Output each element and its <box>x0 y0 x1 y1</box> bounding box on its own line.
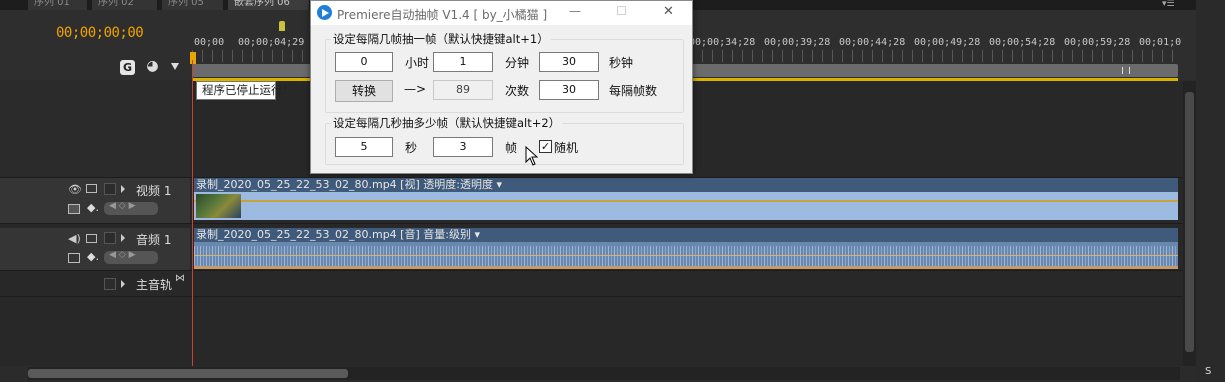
tab-label: 序列 01 <box>34 0 70 8</box>
hours-input[interactable]: 0 <box>335 52 393 72</box>
track-separator <box>0 223 1183 224</box>
opacity-line[interactable] <box>194 200 1178 202</box>
expand-track-icon[interactable] <box>121 185 125 193</box>
frame-count-label: 帧 <box>505 141 518 155</box>
master-toggle[interactable] <box>104 278 116 290</box>
right-panel-edge: S <box>1196 0 1225 382</box>
audio-clip-title[interactable]: 录制_2020_05_25_22_53_02_80.mp4 [音] 音量:级别 … <box>194 228 1178 242</box>
result-readonly: 89 <box>433 80 493 100</box>
add-marker-icon[interactable] <box>171 63 179 70</box>
dialog-title: Premiere自动抽帧 V1.4 [ by_小橘猫 ] <box>337 8 548 22</box>
ruler-label: 00;00;49;28 <box>914 37 981 48</box>
track-lock-toggle[interactable] <box>104 183 116 195</box>
vertical-scroll-thumb[interactable] <box>1185 92 1194 352</box>
keyframe-icon[interactable]: ◆. <box>87 201 99 214</box>
ruler-label: 00;00;04;29 <box>238 37 305 48</box>
speaker-icon[interactable]: ◀) <box>68 232 81 245</box>
frame-count-input[interactable]: 3 <box>433 137 493 157</box>
sync-lock-icon[interactable] <box>86 234 97 243</box>
video-clip-title[interactable]: 录制_2020_05_25_22_53_02_80.mp4 [视] 透明度:透明… <box>194 178 1178 192</box>
bowtie-icon: ⋈ <box>175 273 185 284</box>
group2-label: 设定每隔几秒抽多少帧（默认快捷键alt+2） <box>331 115 563 131</box>
minutes-label: 分钟 <box>505 56 530 70</box>
volume-line[interactable] <box>194 255 1178 256</box>
keyframe-navigator[interactable]: ◀ ◇ ▶ <box>104 250 158 264</box>
panel-menu-icon[interactable]: ▾☰ <box>1162 0 1175 9</box>
video-track-name: 视频 1 <box>136 184 172 198</box>
tab-sequence-05[interactable]: 序列 05 <box>162 0 224 10</box>
tab-sequence-02[interactable]: 序列 02 <box>92 0 158 10</box>
tab-label: 序列 05 <box>168 0 204 8</box>
random-checkbox[interactable]: ✓ <box>539 140 552 153</box>
tab-label: 序列 02 <box>98 0 134 8</box>
hours-label: 小时 <box>405 56 430 70</box>
track-separator <box>0 296 1183 297</box>
ruler-label: 00;00;34;28 <box>689 37 756 48</box>
video-thumbnail <box>196 194 241 218</box>
tab-sequence-01[interactable]: 序列 01 <box>28 0 88 10</box>
frames-every-input[interactable]: 30 <box>539 80 599 100</box>
video-clip-body[interactable] <box>194 192 1178 220</box>
tab-nested-sequence-06[interactable]: 嵌套序列 06 <box>228 0 310 10</box>
times-label: 次数 <box>505 84 530 98</box>
interval-seconds-label: 秒 <box>405 141 418 155</box>
seconds-input[interactable]: 30 <box>539 52 599 72</box>
snap-icon[interactable]: G <box>120 60 135 75</box>
audio-waveform <box>194 246 1178 266</box>
minimize-button[interactable]: — <box>569 4 581 18</box>
convert-button[interactable]: 转换 <box>335 80 393 102</box>
track-separator <box>0 270 1183 271</box>
seconds-label: 秒钟 <box>609 56 634 70</box>
waveform-display-icon[interactable] <box>68 253 80 263</box>
ruler-label: 00;00;44;28 <box>839 37 906 48</box>
program-stopped-tooltip: 程序已停止运行! <box>196 81 287 100</box>
playhead-line[interactable] <box>192 60 193 366</box>
ruler-label: 00;00;39;28 <box>764 37 831 48</box>
in-point-marker[interactable] <box>279 21 285 31</box>
track-lock-toggle[interactable] <box>104 232 116 244</box>
audio-clip-bottom-edge <box>194 266 1178 269</box>
mouse-cursor-icon <box>525 146 539 166</box>
random-label: 随机 <box>554 141 579 155</box>
sync-lock-icon[interactable] <box>86 184 97 193</box>
maximize-button[interactable]: ☐ <box>616 4 627 18</box>
panel-letter: S <box>1205 366 1212 377</box>
close-button[interactable]: ✕ <box>663 4 674 19</box>
expand-master-icon[interactable] <box>121 280 125 288</box>
app-icon <box>317 5 332 20</box>
current-timecode[interactable]: 00;00;00;00 <box>56 25 144 41</box>
frames-every-label: 每隔帧数 <box>609 84 658 98</box>
marker-icon[interactable]: ◕ <box>145 59 160 74</box>
auto-frame-extract-dialog: Premiere自动抽帧 V1.4 [ by_小橘猫 ] — ☐ ✕ 设定每隔几… <box>310 0 693 174</box>
eye-icon[interactable]: 👁 <box>68 183 82 196</box>
ruler-label: 00;00;54;28 <box>989 37 1056 48</box>
ruler-label: 00;00 <box>194 37 225 48</box>
keyframe-icon[interactable]: ◆. <box>87 250 99 263</box>
group1-label: 设定每隔几帧抽一帧（默认快捷键alt+1） <box>331 31 551 47</box>
display-style-icon[interactable] <box>68 204 80 214</box>
playhead-handle[interactable] <box>190 52 196 64</box>
minutes-input[interactable]: 1 <box>433 52 493 72</box>
horizontal-scroll-thumb[interactable] <box>28 369 348 378</box>
audio-track-name: 音频 1 <box>136 233 172 247</box>
interval-seconds-input[interactable]: 5 <box>335 137 393 157</box>
tab-label: 嵌套序列 06 <box>234 0 290 8</box>
expand-track-icon[interactable] <box>121 234 125 242</box>
zoom-handle-grip[interactable] <box>1122 67 1130 74</box>
master-track-name: 主音轨 <box>136 278 173 292</box>
keyframe-navigator[interactable]: ◀ ◇ ▶ <box>104 201 158 215</box>
empty-track-header <box>0 81 190 177</box>
ruler-label: 00;00;59;28 <box>1064 37 1131 48</box>
arrow-label: —> <box>404 82 427 96</box>
ruler-label: 00;01;0 <box>1139 37 1182 48</box>
